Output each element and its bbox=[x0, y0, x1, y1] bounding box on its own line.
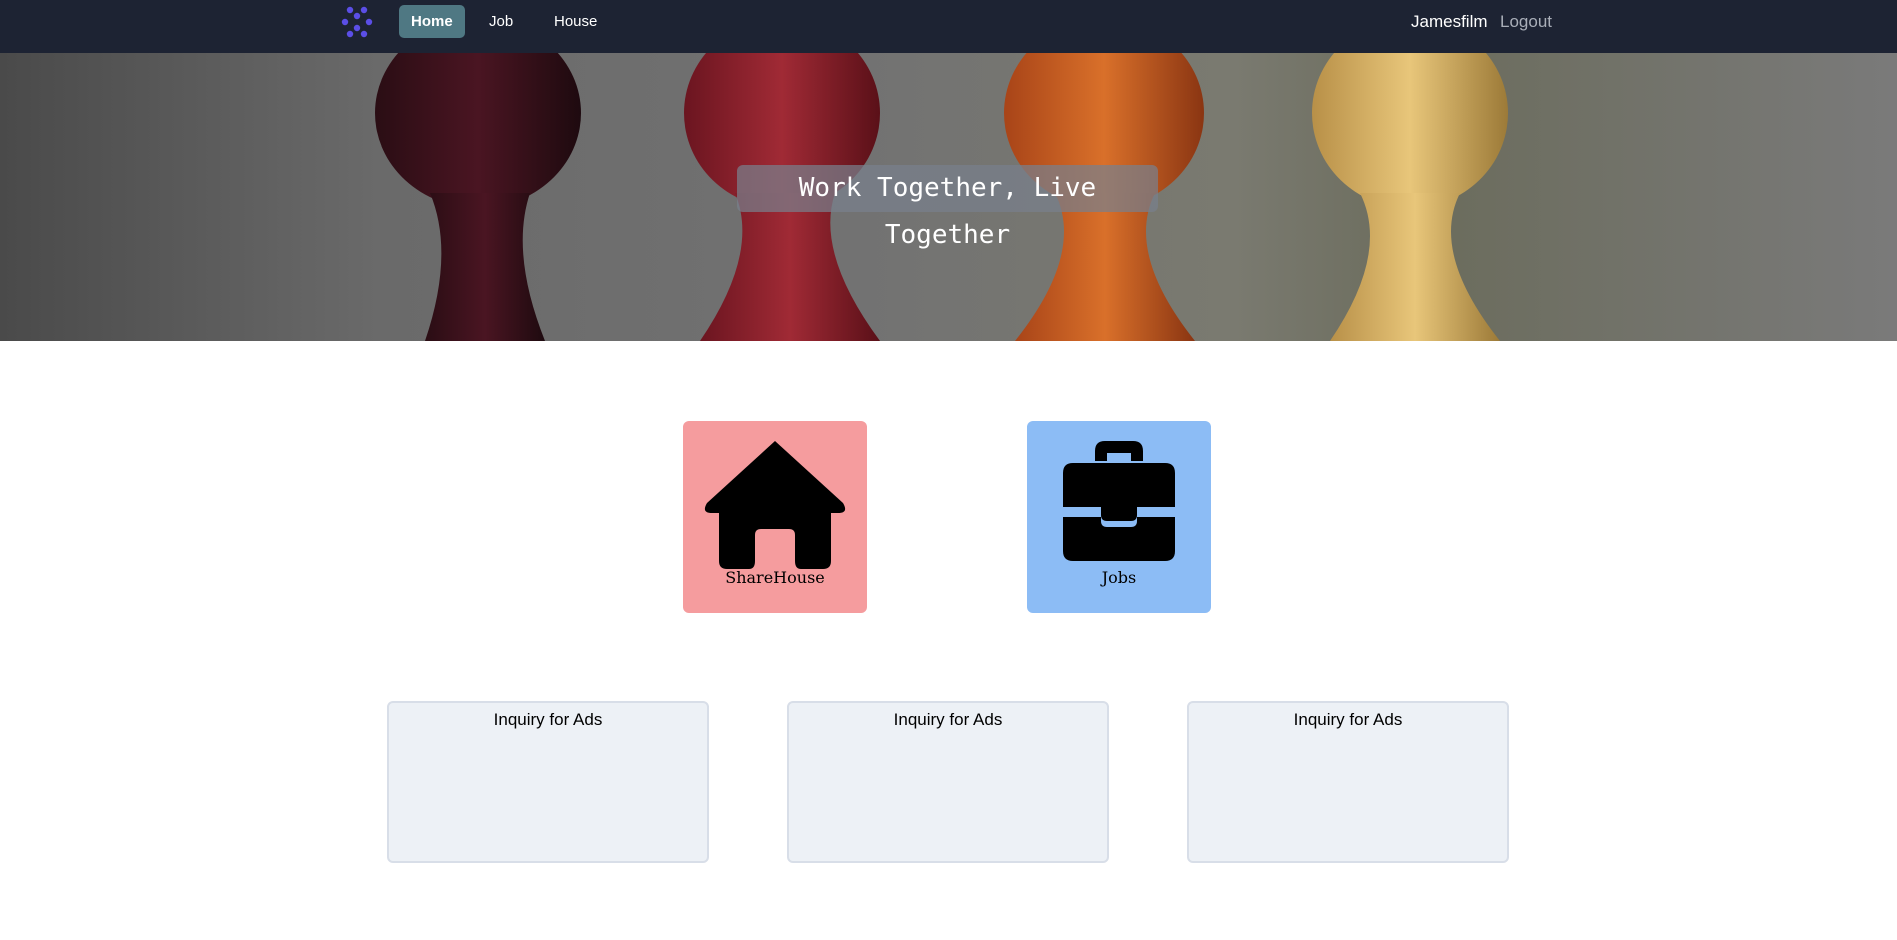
logout-link[interactable]: Logout bbox=[1500, 0, 1552, 43]
username[interactable]: Jamesfilm bbox=[1411, 0, 1488, 43]
jobs-tile[interactable]: Jobs bbox=[1027, 421, 1211, 613]
briefcase-icon bbox=[1063, 441, 1175, 561]
hero-title: Work Together, Live Together bbox=[737, 165, 1158, 250]
ad-inquiry-box[interactable]: Inquiry for Ads bbox=[387, 701, 709, 863]
hero-banner: Work Together, Live Together bbox=[0, 53, 1897, 341]
ad-inquiry-label: Inquiry for Ads bbox=[493, 710, 603, 729]
pawn-dark bbox=[375, 53, 581, 341]
dots-cross-logo-icon[interactable] bbox=[340, 5, 374, 39]
sharehouse-label: ShareHouse bbox=[725, 568, 825, 587]
house-icon bbox=[704, 441, 846, 569]
ad-inquiry-box[interactable]: Inquiry for Ads bbox=[1187, 701, 1509, 863]
nav-link-job[interactable]: Job bbox=[477, 5, 525, 38]
ad-inquiry-label: Inquiry for Ads bbox=[893, 710, 1003, 729]
nav-link-house[interactable]: House bbox=[542, 5, 609, 38]
jobs-label: Jobs bbox=[1101, 568, 1137, 587]
ad-inquiry-box[interactable]: Inquiry for Ads bbox=[787, 701, 1109, 863]
top-navbar: Home Job House Jamesfilm Logout bbox=[0, 0, 1897, 53]
pawn-yellow bbox=[1312, 53, 1508, 341]
nav-link-home[interactable]: Home bbox=[399, 5, 465, 38]
ad-inquiry-label: Inquiry for Ads bbox=[1293, 710, 1403, 729]
sharehouse-tile[interactable]: ShareHouse bbox=[683, 421, 867, 613]
